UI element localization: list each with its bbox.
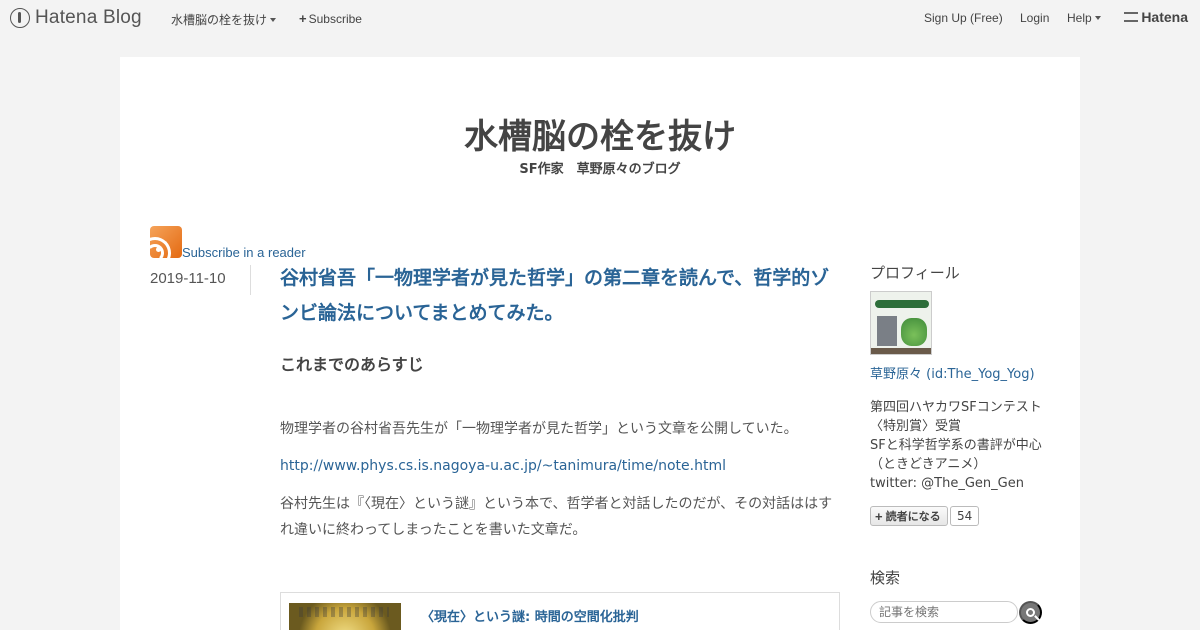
blog-description: SF作家 草野原々のブログ bbox=[519, 162, 681, 177]
rss-subscribe[interactable]: Subscribe in a reader bbox=[150, 226, 306, 260]
entry-title[interactable]: 谷村省吾「一物理学者が見た哲学」の第二章を読んで、哲学的ゾンビ論法についてまとめ… bbox=[280, 261, 845, 331]
rss-icon bbox=[150, 226, 182, 258]
help-label: Help bbox=[1067, 11, 1092, 25]
plus-icon: + bbox=[875, 508, 883, 524]
subscribe-label: Subscribe bbox=[308, 11, 362, 26]
brand-text: Hatena Blog bbox=[35, 7, 142, 28]
profile-bio-line: twitter: @The_Gen_Gen bbox=[870, 476, 1024, 491]
subscriber-count[interactable]: 54 bbox=[950, 506, 980, 526]
search-heading: 検索 bbox=[870, 569, 901, 587]
hatena-mark-icon bbox=[1124, 12, 1139, 22]
login-link[interactable]: Login bbox=[1020, 11, 1049, 25]
book-embed-title[interactable]: 〈現在〉という謎: 時間の空間化批判 bbox=[421, 606, 639, 625]
blog-container: 水槽脳の栓を抜け SF作家 草野原々のブログ Subscribe in a re… bbox=[120, 57, 1080, 630]
rss-label: Subscribe in a reader bbox=[182, 245, 306, 260]
profile-bio-line: 〈特別賞〉受賞 bbox=[870, 419, 962, 434]
blog-menu-label: 水槽脳の栓を抜け bbox=[171, 13, 268, 27]
profile-bio-line: 第四回ハヤカワSFコンテスト bbox=[870, 400, 1042, 415]
hatena-blog-icon bbox=[10, 8, 30, 28]
date-divider bbox=[250, 265, 251, 295]
hatena-blog-logo[interactable]: Hatena Blog bbox=[10, 7, 142, 29]
search-button[interactable] bbox=[1019, 601, 1042, 624]
profile-bio-line: SFと科学哲学系の書評が中心 bbox=[870, 438, 1042, 453]
blog-title[interactable]: 水槽脳の栓を抜け bbox=[120, 109, 1080, 158]
entry-paragraph: 谷村先生は『〈現在〉という謎』という本で、哲学者と対話したのだが、その対話ははす… bbox=[280, 496, 833, 538]
help-menu[interactable]: Help bbox=[1067, 11, 1101, 25]
entry-heading: これまでのあらすじ bbox=[280, 355, 424, 374]
entry-paragraph: 物理学者の谷村省吾先生が「一物理学者が見た哲学」という文章を公開していた。 bbox=[280, 421, 798, 437]
hatena-logo[interactable]: Hatena bbox=[1124, 9, 1188, 25]
subscribe-link[interactable]: + Subscribe bbox=[299, 11, 362, 26]
profile-avatar[interactable] bbox=[870, 291, 932, 355]
caret-down-icon bbox=[1094, 16, 1101, 20]
plus-icon: + bbox=[299, 11, 307, 26]
global-header: Hatena Blog 水槽脳の栓を抜け + Subscribe Sign Up… bbox=[0, 0, 1200, 36]
caret-down-icon bbox=[270, 17, 277, 22]
entry-date[interactable]: 2019-11-10 bbox=[150, 270, 226, 287]
subscribe-button-label: 読者になる bbox=[885, 511, 941, 523]
profile-name-link[interactable]: 草野原々 (id:The_Yog_Yog) bbox=[870, 363, 1035, 382]
subscribe-button[interactable]: + 読者になる bbox=[870, 506, 948, 526]
profile-bio-line: （ときどきアニメ） bbox=[870, 457, 987, 472]
signup-link[interactable]: Sign Up (Free) bbox=[924, 11, 1003, 25]
hatena-logo-text: Hatena bbox=[1141, 9, 1188, 25]
blog-menu[interactable]: 水槽脳の栓を抜け bbox=[171, 11, 277, 28]
entry-link[interactable]: http://www.phys.cs.is.nagoya-u.ac.jp/~ta… bbox=[280, 453, 845, 479]
book-cover-image[interactable] bbox=[289, 603, 401, 630]
profile-heading: プロフィール bbox=[870, 264, 960, 282]
book-embed-card[interactable]: 〈現在〉という謎: 時間の空間化批判 bbox=[280, 592, 840, 630]
search-input[interactable] bbox=[870, 601, 1018, 623]
